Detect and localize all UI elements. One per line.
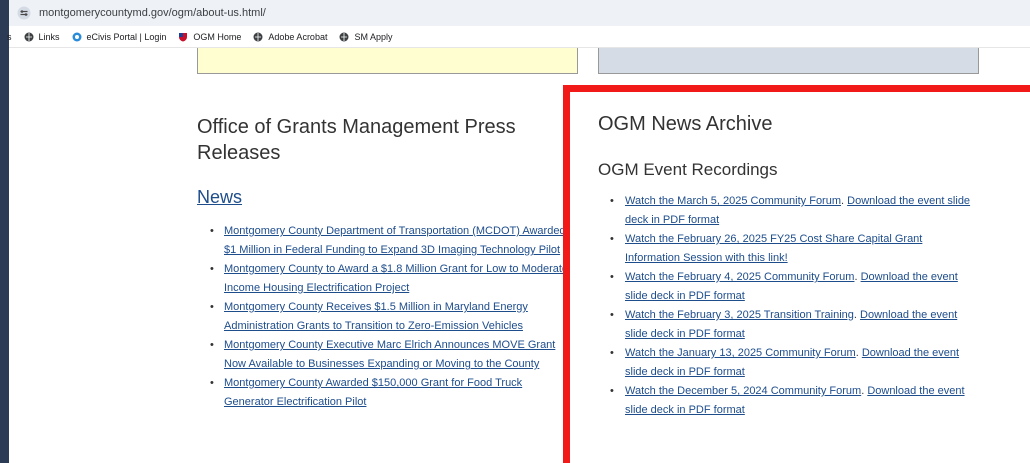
shield-icon xyxy=(178,32,188,42)
list-item: Montgomery County Executive Marc Elrich … xyxy=(205,336,570,374)
globe-icon xyxy=(24,32,34,42)
bookmark-links[interactable]: Links xyxy=(24,32,60,42)
list-item: Watch the February 3, 2025 Transition Tr… xyxy=(605,306,975,344)
watch-link[interactable]: Watch the March 5, 2025 Community Forum xyxy=(625,195,841,207)
news-archive-heading: OGM News Archive xyxy=(598,113,773,135)
news-list: Montgomery County Department of Transpor… xyxy=(205,222,570,412)
bookmarks-bar: s Links eCivis Portal | Login OGM Home A… xyxy=(7,26,1030,48)
bookmark-ecivis[interactable]: eCivis Portal | Login xyxy=(72,32,166,42)
list-item: Montgomery County Receives $1.5 Million … xyxy=(205,298,570,336)
address-bar[interactable]: montgomerycountymd.gov/ogm/about-us.html… xyxy=(9,0,1030,26)
ecivis-icon xyxy=(72,32,82,42)
url-text[interactable]: montgomerycountymd.gov/ogm/about-us.html… xyxy=(39,7,266,19)
site-settings-icon[interactable] xyxy=(17,6,31,20)
yellow-info-box xyxy=(197,48,578,74)
globe-icon xyxy=(339,32,349,42)
bookmark-ogm-home[interactable]: OGM Home xyxy=(178,32,241,42)
globe-icon xyxy=(253,32,263,42)
list-item: Montgomery County to Award a $1.8 Millio… xyxy=(205,260,570,298)
list-item: Montgomery County Department of Transpor… xyxy=(205,222,570,260)
news-item-link[interactable]: Montgomery County to Award a $1.8 Millio… xyxy=(224,263,568,294)
list-item: Watch the January 13, 2025 Community For… xyxy=(605,344,975,382)
bookmark-adobe-acrobat[interactable]: Adobe Acrobat xyxy=(253,32,327,42)
watch-link[interactable]: Watch the December 5, 2024 Community For… xyxy=(625,385,861,397)
press-releases-heading: Office of Grants Management Press Releas… xyxy=(197,116,516,164)
gray-info-box xyxy=(598,48,979,74)
news-item-link[interactable]: Montgomery County Awarded $150,000 Grant… xyxy=(224,377,522,408)
news-link[interactable]: News xyxy=(197,187,242,208)
news-item-link[interactable]: Montgomery County Executive Marc Elrich … xyxy=(224,339,555,370)
list-item: Montgomery County Awarded $150,000 Grant… xyxy=(205,374,570,412)
news-item-link[interactable]: Montgomery County Receives $1.5 Million … xyxy=(224,301,528,332)
watch-link[interactable]: Watch the February 3, 2025 Transition Tr… xyxy=(625,309,854,321)
watch-link[interactable]: Watch the February 26, 2025 FY25 Cost Sh… xyxy=(625,233,922,264)
list-item: Watch the December 5, 2024 Community For… xyxy=(605,382,975,420)
list-item: Watch the March 5, 2025 Community Forum.… xyxy=(605,192,975,230)
event-recordings-list: Watch the March 5, 2025 Community Forum.… xyxy=(605,192,975,420)
list-item: Watch the February 26, 2025 FY25 Cost Sh… xyxy=(605,230,975,268)
left-window-edge xyxy=(0,0,9,463)
event-recordings-heading: OGM Event Recordings xyxy=(598,160,778,179)
watch-link[interactable]: Watch the January 13, 2025 Community For… xyxy=(625,347,856,359)
list-item: Watch the February 4, 2025 Community For… xyxy=(605,268,975,306)
bookmark-truncated[interactable]: s xyxy=(7,32,12,42)
watch-link[interactable]: Watch the February 4, 2025 Community For… xyxy=(625,271,854,283)
news-item-link[interactable]: Montgomery County Department of Transpor… xyxy=(224,225,566,256)
bookmark-sm-apply[interactable]: SM Apply xyxy=(339,32,392,42)
